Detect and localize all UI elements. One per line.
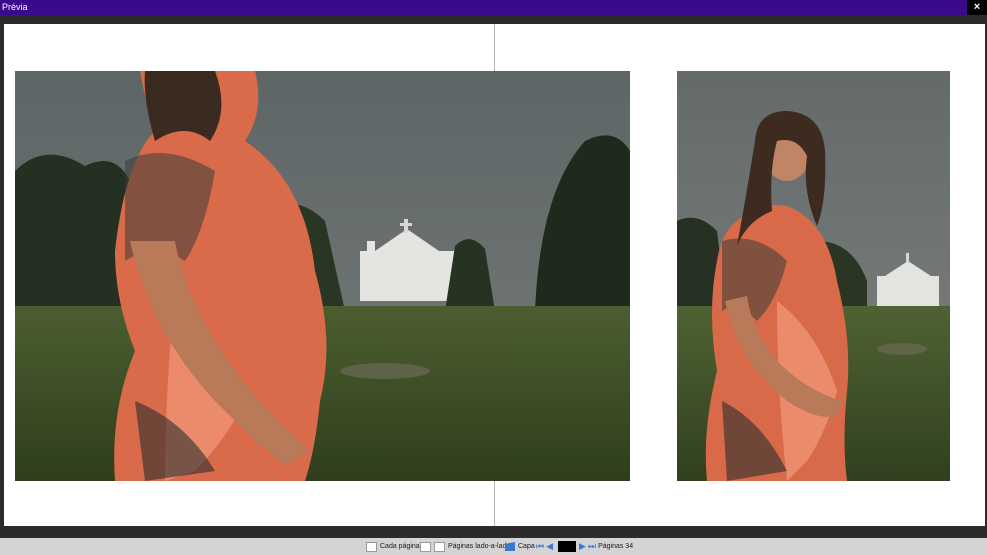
bottom-frame [0, 526, 987, 538]
previous-page-icon[interactable]: ◀ [546, 538, 553, 555]
last-page-icon[interactable]: ⏭ [588, 538, 596, 555]
lado-a-lado-checkbox-right[interactable] [434, 541, 445, 552]
page-navigation: ⏮ ◀ ▶ ⏭ Páginas 34 [536, 538, 633, 555]
capa-label: Capa [518, 543, 535, 550]
photo-right-page [677, 71, 950, 481]
capa-button[interactable]: Capa [505, 538, 535, 555]
photo-left-page [15, 71, 630, 481]
lado-a-lado-option[interactable]: Páginas lado-a-lado [420, 538, 510, 555]
cada-pagina-label: Cada página [380, 543, 420, 550]
next-page-icon[interactable]: ▶ [579, 538, 586, 555]
cada-pagina-checkbox[interactable] [366, 541, 377, 552]
album-spread-preview [4, 24, 985, 526]
window-title: Prévia [2, 2, 28, 12]
top-frame [0, 15, 987, 24]
window-title-bar: Prévia × [0, 0, 987, 15]
pages-count-label: Páginas 34 [598, 543, 634, 550]
lado-a-lado-label: Páginas lado-a-lado [448, 543, 511, 550]
first-page-icon[interactable]: ⏮ [536, 538, 544, 555]
lado-a-lado-checkbox-left[interactable] [420, 541, 431, 552]
preview-toolbar: Cada página Páginas lado-a-lado Capa ⏮ ◀… [0, 538, 987, 555]
cada-pagina-option[interactable]: Cada página [366, 538, 420, 555]
current-page-input[interactable] [558, 541, 577, 552]
close-icon: × [973, 1, 981, 13]
book-cover-icon [505, 542, 515, 551]
close-button[interactable]: × [967, 0, 987, 15]
